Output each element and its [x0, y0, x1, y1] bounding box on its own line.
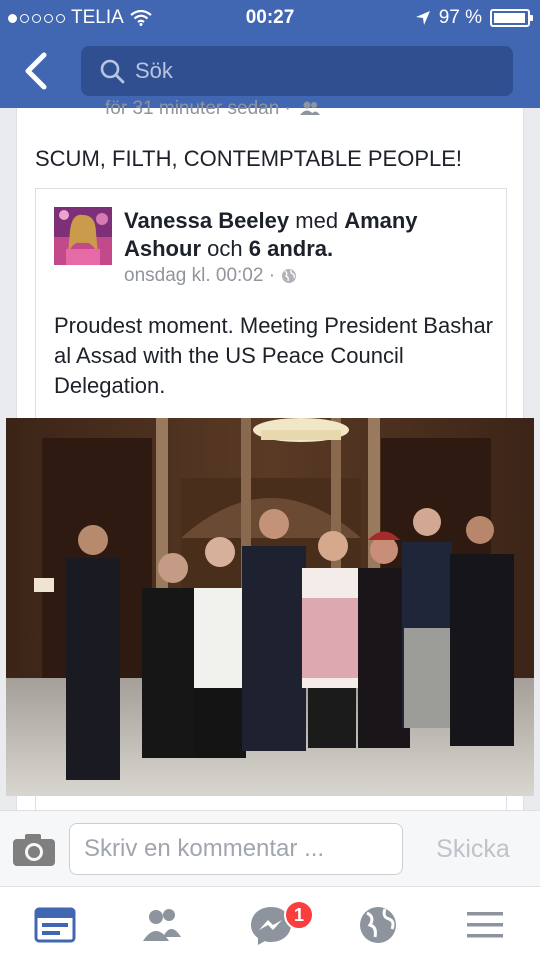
menu-icon[interactable] [464, 905, 506, 945]
send-button[interactable]: Skicka [418, 831, 528, 867]
and-word: och [207, 236, 243, 261]
shared-post-time[interactable]: onsdag kl. 00:02 · [124, 265, 275, 287]
avatar[interactable] [54, 207, 112, 265]
shared-post-meta: onsdag kl. 00:02 · [124, 265, 297, 287]
comment-bar: Skicka [0, 810, 540, 886]
search-icon [100, 59, 125, 84]
post-timestamp: för 31 minuter sedan · [105, 98, 321, 120]
battery-icon [490, 9, 533, 27]
camera-icon[interactable] [12, 833, 56, 867]
shared-post-header: Vanessa Beeley med Amany Ashour och 6 an… [124, 208, 418, 261]
author-name[interactable]: Vanessa Beeley [124, 208, 289, 233]
location-arrow-icon [415, 11, 430, 25]
group-photo[interactable] [6, 418, 534, 796]
globe-notifications-icon[interactable] [357, 905, 399, 945]
top-bar: TELIA 00:27 97 % [0, 0, 540, 108]
messenger-badge: 1 [284, 900, 314, 930]
battery-percent: 97 % [438, 7, 482, 28]
search-bar[interactable] [81, 46, 513, 96]
comment-input[interactable] [69, 823, 403, 875]
friend-requests-icon[interactable] [141, 905, 183, 945]
status-right: 97 % [415, 7, 533, 29]
globe-icon [282, 269, 297, 283]
back-chevron-icon[interactable] [20, 52, 54, 90]
status-bar: TELIA 00:27 97 % [0, 0, 540, 36]
search-input[interactable] [135, 58, 495, 84]
post-text: SCUM, FILTH, CONTEMPTABLE PEOPLE! [35, 146, 463, 171]
bottom-tab-bar [0, 886, 540, 960]
shared-post-text: Proudest moment. Meeting President Basha… [54, 313, 494, 398]
news-feed-icon[interactable] [34, 905, 76, 945]
friends-audience-icon [300, 101, 321, 115]
post-time-text: för 31 minuter sedan · [105, 98, 291, 119]
avatar-image [54, 207, 112, 265]
others-link[interactable]: 6 andra [249, 236, 327, 261]
with-word: med [295, 208, 339, 233]
